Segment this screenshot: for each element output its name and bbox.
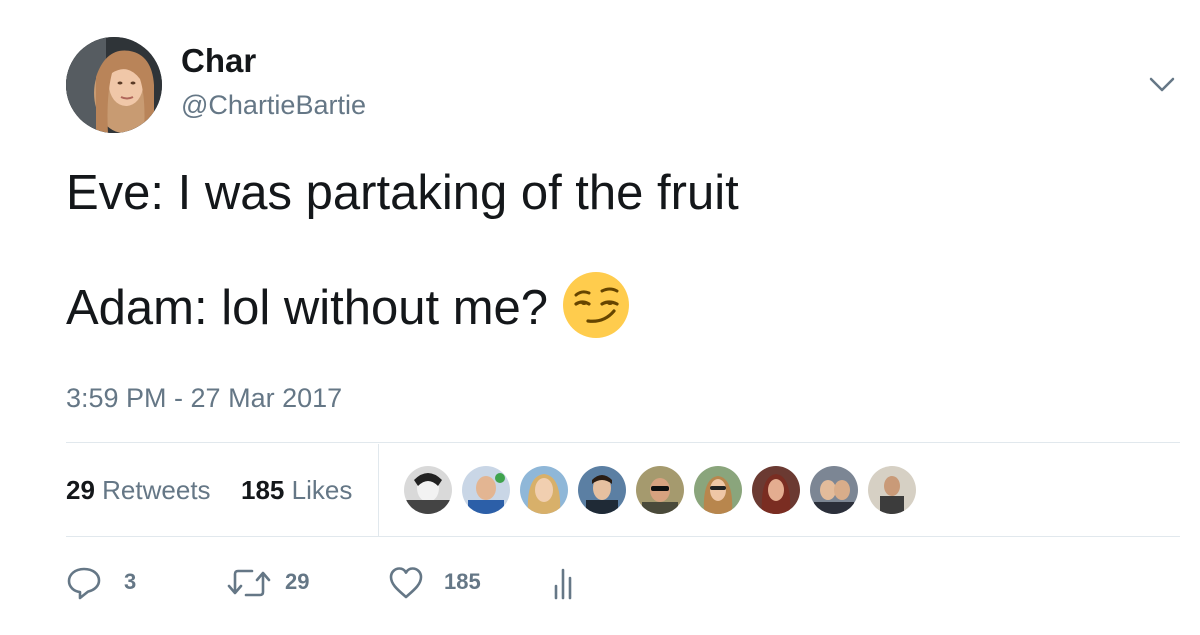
retweet-icon (227, 569, 271, 597)
tweet-line-1: Eve: I was partaking of the fruit (66, 166, 739, 220)
retweet-count: 29 (285, 569, 310, 594)
tweet-card: Char @ChartieBartie Eve: I was partaking… (0, 0, 1200, 635)
retweets-label: Retweets (102, 475, 211, 505)
divider-bottom (66, 536, 1180, 537)
liker-avatar[interactable] (867, 465, 917, 515)
divider-top (66, 442, 1180, 443)
avatar-photo-icon (66, 37, 162, 133)
tweet-line-2: Adam: lol without me? (66, 280, 549, 335)
retweets-stat[interactable]: 29 Retweets (66, 474, 211, 506)
heart-icon (389, 567, 423, 599)
liker-avatar[interactable] (577, 465, 627, 515)
tweet-timestamp[interactable]: 3:59 PM - 27 Mar 2017 (66, 382, 342, 414)
liker-avatar[interactable] (693, 465, 743, 515)
likes-label: Likes (291, 475, 353, 505)
liker-avatar[interactable] (519, 465, 569, 515)
analytics-icon (554, 568, 572, 600)
like-count: 185 (444, 569, 481, 594)
user-handle[interactable]: @ChartieBartie (181, 89, 366, 121)
liker-avatar[interactable] (635, 465, 685, 515)
reply-icon (67, 567, 101, 600)
tweet-text: Eve: I was partaking of the fruit Adam: … (66, 163, 1146, 345)
likes-count: 185 (241, 475, 285, 505)
chevron-down-icon[interactable] (1147, 73, 1177, 97)
user-display-name[interactable]: Char (181, 42, 256, 80)
stats-separator (378, 444, 379, 536)
liker-avatar[interactable] (809, 465, 859, 515)
likes-stat[interactable]: 185 Likes (241, 474, 352, 506)
liker-avatar[interactable] (751, 465, 801, 515)
retweets-count: 29 (66, 475, 95, 505)
user-avatar[interactable] (66, 37, 162, 133)
liker-avatar[interactable] (403, 465, 453, 515)
liker-avatar[interactable] (461, 465, 511, 515)
tweet-stats: 29 Retweets 185 Likes (66, 444, 1180, 536)
reply-count: 3 (124, 569, 137, 594)
smirking-face-emoji-icon (562, 271, 630, 339)
tweet-line-2-wrap: Adam: lol without me? (66, 272, 1146, 345)
